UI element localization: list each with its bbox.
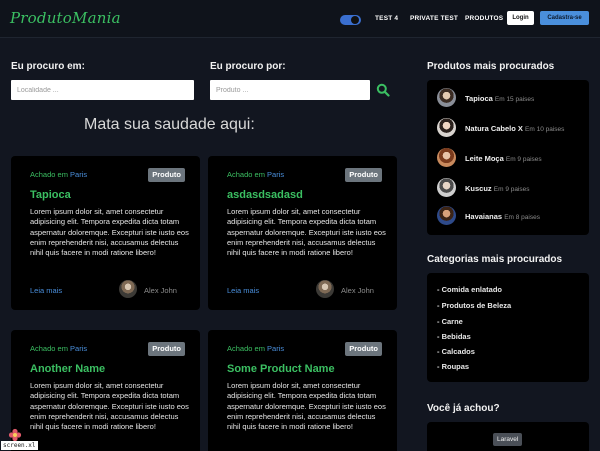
card-badge: Produto xyxy=(345,342,382,356)
card-city-link[interactable]: Paris xyxy=(70,170,87,179)
found-title: Você já achou? xyxy=(427,403,500,414)
card-city-link[interactable]: Paris xyxy=(267,170,284,179)
flower-icon xyxy=(8,428,22,442)
avatar xyxy=(437,88,456,107)
product-label: Eu procuro por: xyxy=(210,61,286,72)
nav-link-private-test[interactable]: PRIVATE TEST xyxy=(410,15,458,22)
card-city-link[interactable]: Paris xyxy=(70,344,87,353)
navbar: ProdutoMania TEST 4 PRIVATE TEST PRODUTO… xyxy=(0,0,600,38)
popular-products-title: Produtos mais procurados xyxy=(427,61,555,72)
section-title: Mata sua saudade aqui: xyxy=(84,116,255,133)
card-title[interactable]: Tapioca xyxy=(30,189,71,201)
card-badge: Produto xyxy=(148,168,185,182)
read-more-link[interactable]: Leia mais xyxy=(30,286,62,295)
read-more-link[interactable]: Leia mais xyxy=(227,286,259,295)
theme-toggle[interactable] xyxy=(340,15,361,25)
card-badge: Produto xyxy=(148,342,185,356)
avatar xyxy=(437,178,456,197)
card-location: Achado em Paris xyxy=(30,170,88,179)
categories-list: - Comida enlatado - Produtos de Beleza -… xyxy=(427,273,589,382)
categories-title: Categorias mais procurados xyxy=(427,254,563,265)
list-item[interactable]: Natura Cabelo X Em 10 paises xyxy=(437,118,587,138)
avatar xyxy=(437,148,456,167)
card-text: Lorem ipsum dolor sit, amet consectetur … xyxy=(227,207,386,258)
product-card[interactable]: Achado em Paris Produto Another Name Lor… xyxy=(11,330,200,451)
card-text: Lorem ipsum dolor sit, amet consectetur … xyxy=(30,207,189,258)
list-item[interactable]: Havaianas Em 8 paises xyxy=(437,206,587,226)
card-badge: Produto xyxy=(345,168,382,182)
popular-products-list: Tapioca Em 15 paises Natura Cabelo X Em … xyxy=(427,80,589,235)
list-item[interactable]: Tapioca Em 15 paises xyxy=(437,88,587,108)
card-location: Achado em Paris xyxy=(30,344,88,353)
card-text: Lorem ipsum dolor sit, amet consectetur … xyxy=(227,381,386,432)
avatar xyxy=(437,206,456,225)
search-icon[interactable] xyxy=(376,83,390,97)
avatar xyxy=(316,280,334,298)
watermark-text: screen.xl xyxy=(1,441,38,450)
list-item[interactable]: - Roupas xyxy=(437,362,469,371)
product-card[interactable]: Achado em Paris Produto Some Product Nam… xyxy=(208,330,397,451)
product-card[interactable]: Achado em Paris Produto asdasdsadasd Lor… xyxy=(208,156,397,310)
card-author: Alex John xyxy=(144,286,177,295)
avatar xyxy=(437,118,456,137)
card-location: Achado em Paris xyxy=(227,344,285,353)
card-author: Alex John xyxy=(341,286,374,295)
avatar xyxy=(119,280,137,298)
location-input[interactable] xyxy=(11,80,194,100)
list-item[interactable]: - Carne xyxy=(437,317,463,326)
brand-logo[interactable]: ProdutoMania xyxy=(10,9,121,27)
list-item[interactable]: - Produtos de Beleza xyxy=(437,301,511,310)
product-card[interactable]: Achado em Paris Produto Tapioca Lorem ip… xyxy=(11,156,200,310)
card-title[interactable]: Another Name xyxy=(30,363,105,375)
list-item[interactable]: Leite Moça Em 9 paises xyxy=(437,148,587,168)
card-title[interactable]: Some Product Name xyxy=(227,363,335,375)
nav-link-produtos[interactable]: PRODUTOS xyxy=(465,15,503,22)
card-text: Lorem ipsum dolor sit, amet consectetur … xyxy=(30,381,189,432)
login-button[interactable]: Login xyxy=(507,11,534,25)
card-city-link[interactable]: Paris xyxy=(267,344,284,353)
product-input[interactable] xyxy=(210,80,370,100)
moon-icon xyxy=(351,16,359,24)
card-title[interactable]: asdasdsadasd xyxy=(227,189,303,201)
list-item[interactable]: - Bebidas xyxy=(437,332,471,341)
location-label: Eu procuro em: xyxy=(11,61,85,72)
list-item[interactable]: - Comida enlatado xyxy=(437,285,502,294)
nav-link-test4[interactable]: TEST 4 xyxy=(375,15,398,22)
list-item[interactable]: - Calcados xyxy=(437,347,475,356)
laravel-badge: Laravel xyxy=(493,433,523,446)
screen-watermark: screen.xl xyxy=(1,428,38,451)
card-location: Achado em Paris xyxy=(227,170,285,179)
register-button[interactable]: Cadastra-se xyxy=(540,11,589,25)
list-item[interactable]: Kuscuz Em 9 paises xyxy=(437,178,587,198)
